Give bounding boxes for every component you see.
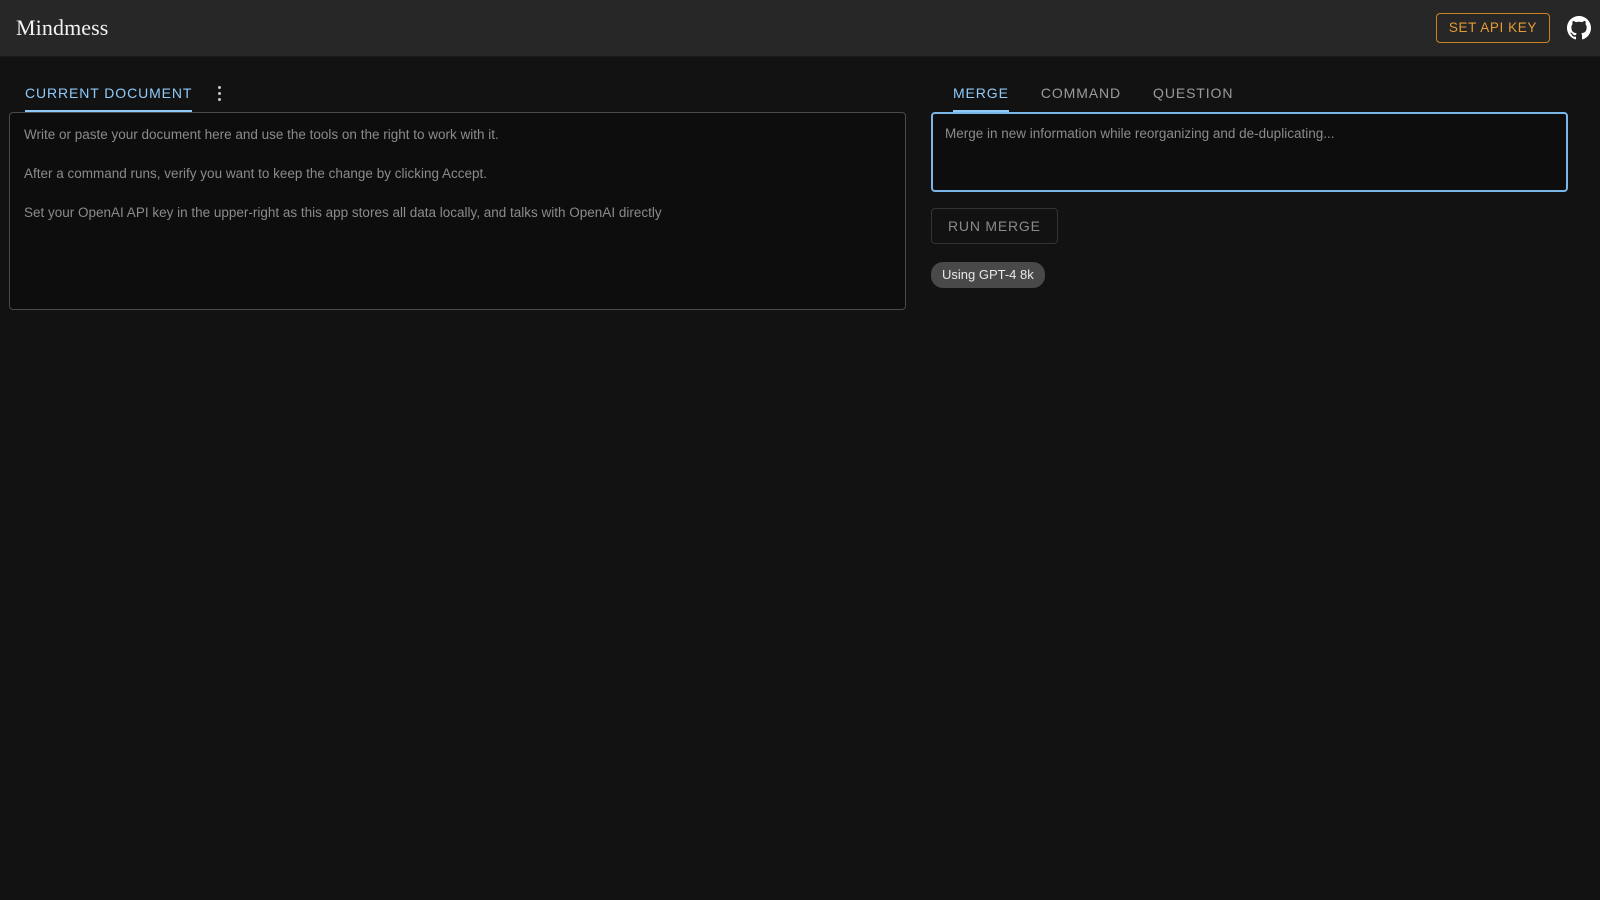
- tab-question[interactable]: QUESTION: [1137, 86, 1249, 112]
- model-status-badge: Using GPT-4 8k: [931, 262, 1045, 288]
- tab-current-document[interactable]: CURRENT DOCUMENT: [9, 86, 208, 112]
- tab-merge[interactable]: MERGE: [937, 86, 1025, 112]
- header-actions: SET API KEY: [1435, 13, 1591, 43]
- run-merge-button[interactable]: RUN MERGE: [931, 208, 1058, 244]
- workspace: CURRENT DOCUMENT MERGE COMMAND QUESTION …: [0, 56, 1600, 900]
- document-input[interactable]: [9, 112, 906, 310]
- set-api-key-button[interactable]: SET API KEY: [1435, 13, 1550, 43]
- document-pane: CURRENT DOCUMENT: [0, 56, 915, 315]
- tools-tab-bar: MERGE COMMAND QUESTION: [931, 56, 1568, 112]
- run-merge-row: RUN MERGE: [931, 192, 1568, 244]
- app-title: Mindmess: [16, 15, 109, 40]
- tab-command[interactable]: COMMAND: [1025, 86, 1137, 112]
- merge-input[interactable]: [931, 112, 1568, 192]
- document-tab-bar: CURRENT DOCUMENT: [9, 56, 906, 112]
- model-chip-row: Using GPT-4 8k: [931, 244, 1568, 288]
- kebab-menu-icon[interactable]: [208, 86, 231, 112]
- app-header: Mindmess SET API KEY: [0, 0, 1600, 56]
- github-icon[interactable]: [1564, 13, 1594, 43]
- tools-pane: MERGE COMMAND QUESTION RUN MERGE Using G…: [915, 56, 1600, 288]
